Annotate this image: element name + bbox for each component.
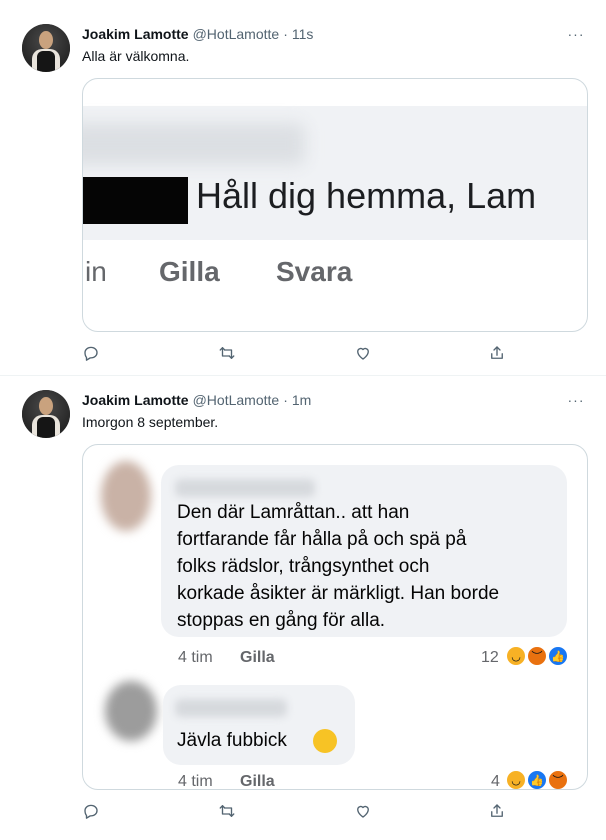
author-name[interactable]: Joakim Lamotte bbox=[82, 26, 189, 42]
like-icon[interactable] bbox=[354, 802, 374, 822]
comment-text: Jävla fubbick bbox=[177, 730, 287, 751]
author-handle[interactable]: @HotLamotte bbox=[193, 392, 280, 408]
tweet-actions bbox=[82, 344, 503, 364]
comment-text: Den där Lamråttan.. att han fortfarande … bbox=[177, 502, 500, 631]
reply-icon[interactable] bbox=[82, 344, 102, 364]
like-icon[interactable] bbox=[354, 344, 374, 364]
tweet-header: Joakim Lamotte @HotLamotte · 11s bbox=[82, 24, 313, 44]
like-emoji-icon: 👍 bbox=[547, 645, 569, 667]
tweet-text: Alla är välkomna. bbox=[82, 48, 190, 64]
haha-emoji-icon: ◡ bbox=[505, 645, 527, 667]
tweet-image[interactable]: Den där Lamråttan.. att han fortfarande … bbox=[82, 444, 588, 790]
tweet[interactable]: Joakim Lamotte @HotLamotte · 11s ··· All… bbox=[0, 0, 606, 376]
confused-emoji-icon bbox=[313, 729, 337, 753]
comment-age: 4 tim bbox=[178, 773, 213, 790]
blurred-name bbox=[175, 479, 315, 497]
retweet-icon[interactable] bbox=[218, 802, 238, 822]
comment-like-label: Gilla bbox=[240, 649, 275, 666]
timestamp[interactable]: 1m bbox=[292, 392, 311, 408]
screenshot-comment-text: Håll dig hemma, Lam bbox=[196, 175, 537, 216]
reaction-count: 4 bbox=[491, 773, 500, 790]
timestamp[interactable]: 11s bbox=[292, 26, 314, 42]
tweet-actions bbox=[82, 802, 503, 822]
avatar[interactable] bbox=[22, 24, 70, 72]
reply-icon[interactable] bbox=[82, 802, 102, 822]
retweet-icon[interactable] bbox=[218, 344, 238, 364]
screenshot-reply-label: Svara bbox=[276, 256, 353, 287]
screenshot-in-text: in bbox=[85, 256, 107, 287]
comment-age: 4 tim bbox=[178, 649, 213, 666]
screenshot-like-label: Gilla bbox=[159, 256, 220, 287]
blurred-avatar bbox=[105, 681, 157, 741]
reaction-count: 12 bbox=[481, 649, 499, 666]
tweet-text: Imorgon 8 september. bbox=[82, 414, 219, 430]
tweet-image[interactable]: Håll dig hemma, Lam in Gilla Svara bbox=[82, 78, 588, 332]
haha-emoji-icon: ◡ bbox=[505, 769, 527, 789]
tweet-header: Joakim Lamotte @HotLamotte · 1m bbox=[82, 390, 311, 410]
redaction-box bbox=[83, 177, 188, 224]
separator-dot: · bbox=[283, 392, 288, 408]
more-options-icon[interactable]: ··· bbox=[566, 390, 586, 410]
like-emoji-icon: 👍 bbox=[526, 769, 548, 789]
author-name[interactable]: Joakim Lamotte bbox=[82, 392, 189, 408]
separator-dot: · bbox=[283, 26, 288, 42]
blurred-name bbox=[175, 699, 287, 717]
comment-like-label: Gilla bbox=[240, 773, 275, 790]
author-handle[interactable]: @HotLamotte bbox=[193, 26, 280, 42]
angry-emoji-icon: ︶ bbox=[526, 645, 548, 667]
blurred-name bbox=[83, 123, 305, 165]
share-icon[interactable] bbox=[488, 802, 508, 822]
avatar[interactable] bbox=[22, 390, 70, 438]
tweet[interactable]: Joakim Lamotte @HotLamotte · 1m ··· Imor… bbox=[0, 376, 606, 836]
blurred-avatar bbox=[101, 461, 151, 531]
share-icon[interactable] bbox=[488, 344, 508, 364]
more-options-icon[interactable]: ··· bbox=[566, 24, 586, 44]
angry-emoji-icon: ︶ bbox=[547, 769, 569, 789]
